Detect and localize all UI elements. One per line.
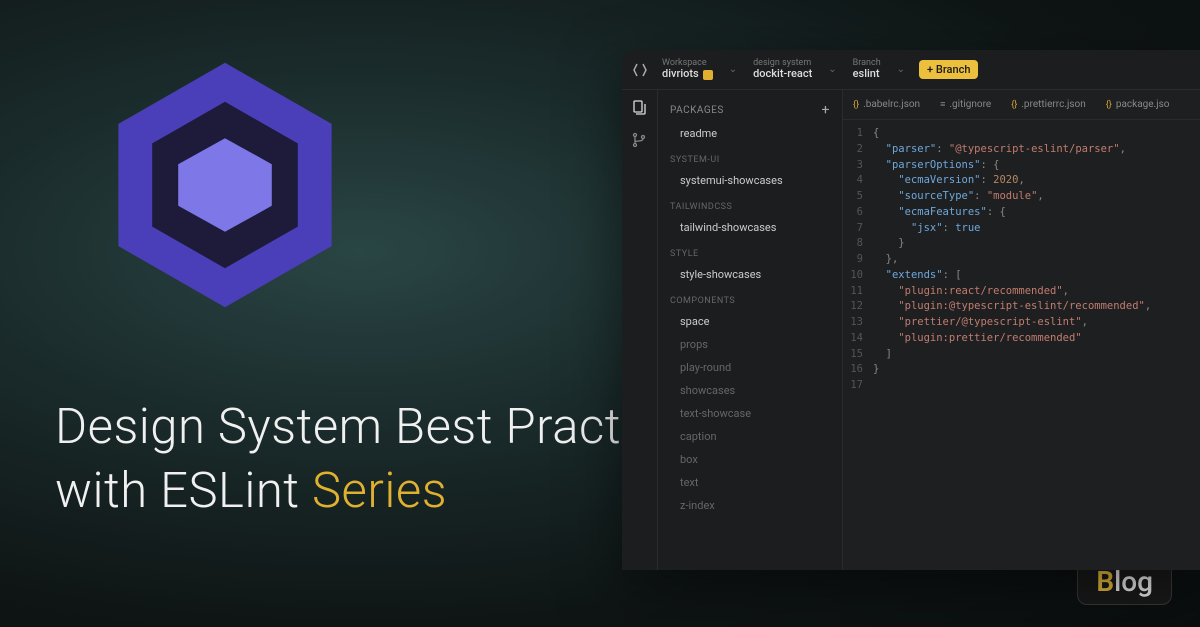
editor-tabs: {}.babelrc.json≡.gitignore{}.prettierrc.… [843,90,1200,120]
packages-label: PACKAGES [670,105,724,116]
sidebar-item[interactable]: text-showcase [658,402,842,425]
sidebar-item[interactable]: play-round [658,356,842,379]
sidebar-item[interactable]: tailwind-showcases [658,216,842,239]
line-number: 3 [843,158,873,174]
sidebar-group: COMPONENTS [658,286,842,310]
line-number: 4 [843,173,873,189]
activity-rail [622,90,658,570]
sidebar-item[interactable]: z-index [658,494,842,517]
code-line: 9 }, [843,252,1200,268]
editor: {}.babelrc.json≡.gitignore{}.prettierrc.… [843,90,1200,570]
verified-icon [703,70,713,80]
editor-tab[interactable]: {}.babelrc.json [843,90,930,119]
line-number: 12 [843,299,873,315]
sidebar-group: TAILWINDCSS [658,192,842,216]
code-line: 10 "extends": [ [843,268,1200,284]
sidebar-item[interactable]: box [658,448,842,471]
line-number: 17 [843,378,873,394]
code-line: 3 "parserOptions": { [843,158,1200,174]
sidebar-item[interactable]: showcases [658,379,842,402]
sidebar-item[interactable]: style-showcases [658,263,842,286]
file-type-icon: ≡ [940,99,945,110]
line-number: 13 [843,315,873,331]
workspace-icon [630,60,650,80]
ide-window: Workspace divriots ⌄ design system docki… [622,50,1200,570]
code-line: 8 } [843,236,1200,252]
eslint-logo [95,55,355,315]
code-line: 14 "plugin:prettier/recommended" [843,331,1200,347]
code-line: 17 [843,378,1200,394]
title-line-2: with ESLint Series [55,459,709,523]
code-line: 1{ [843,126,1200,142]
line-number: 2 [843,142,873,158]
line-number: 14 [843,331,873,347]
code-line: 5 "sourceType": "module", [843,189,1200,205]
file-type-icon: {} [1106,100,1112,110]
ide-header: Workspace divriots ⌄ design system docki… [622,50,1200,90]
line-number: 11 [843,284,873,300]
editor-tab[interactable]: {}.prettierrc.json [1001,90,1096,119]
line-number: 8 [843,236,873,252]
chevron-down-icon[interactable]: ⌄ [824,64,840,75]
sidebar-item[interactable]: space [658,310,842,333]
sidebar-item[interactable]: caption [658,425,842,448]
sidebar-group: SYSTEM-UI [658,145,842,169]
line-number: 16 [843,362,873,378]
files-icon[interactable] [631,100,649,118]
code-line: 7 "jsx": true [843,221,1200,237]
sidebar-group: STYLE [658,239,842,263]
file-type-icon: {} [853,100,859,110]
sidebar-item[interactable]: systemui-showcases [658,169,842,192]
file-type-icon: {} [1011,100,1017,110]
line-number: 5 [843,189,873,205]
add-package-button[interactable]: + [822,102,830,118]
code-line: 4 "ecmaVersion": 2020, [843,173,1200,189]
chevron-down-icon[interactable]: ⌄ [893,64,909,75]
packages-sidebar: PACKAGES + readmeSYSTEM-UIsystemui-showc… [658,90,843,570]
new-branch-button[interactable]: + Branch [919,60,978,79]
line-number: 7 [843,221,873,237]
title-accent: Series [312,462,447,519]
sidebar-item[interactable]: props [658,333,842,356]
line-number: 10 [843,268,873,284]
code-line: 15 ] [843,347,1200,363]
code-area[interactable]: 1{2 "parser": "@typescript-eslint/parser… [843,120,1200,570]
sidebar-item[interactable]: text [658,471,842,494]
editor-tab[interactable]: ≡.gitignore [930,90,1001,119]
line-number: 6 [843,205,873,221]
title-line-1: Design System Best Practices [55,395,709,459]
branch-icon[interactable] [631,132,649,150]
code-line: 16} [843,362,1200,378]
code-line: 11 "plugin:react/recommended", [843,284,1200,300]
line-number: 15 [843,347,873,363]
chevron-down-icon[interactable]: ⌄ [725,64,741,75]
code-line: 13 "prettier/@typescript-eslint", [843,315,1200,331]
code-line: 12 "plugin:@typescript-eslint/recommende… [843,299,1200,315]
code-line: 2 "parser": "@typescript-eslint/parser", [843,142,1200,158]
line-number: 1 [843,126,873,142]
design-system-selector[interactable]: design system dockit-react [747,58,818,81]
branch-selector[interactable]: Branch eslint [847,58,887,81]
line-number: 9 [843,252,873,268]
editor-tab[interactable]: {}package.jso [1096,90,1180,119]
page-title: Design System Best Practices with ESLint… [55,395,709,522]
code-line: 6 "ecmaFeatures": { [843,205,1200,221]
workspace-selector[interactable]: Workspace divriots [656,58,719,81]
sidebar-item[interactable]: readme [658,122,842,145]
